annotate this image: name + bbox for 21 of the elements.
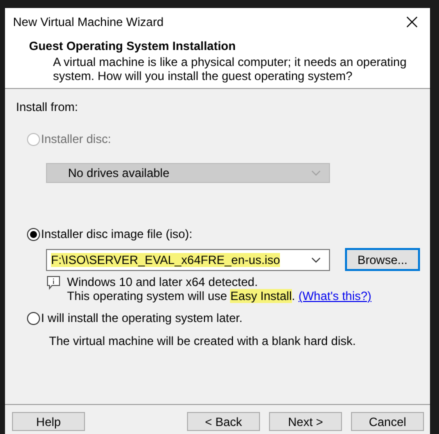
window-title: New Virtual Machine Wizard	[13, 15, 164, 29]
note-text: The virtual machine will be created with a blank hard disk.	[49, 334, 357, 348]
detection-text: Windows 10 and later x64 detected.	[67, 275, 259, 289]
whats-this-link[interactable]: (What's this?)	[298, 289, 372, 303]
radio-button[interactable]	[27, 228, 40, 240]
page-heading: Guest Operating System Installation	[29, 39, 237, 53]
section-label: Install from:	[16, 100, 80, 114]
browse-button[interactable]: Browse...	[345, 248, 420, 271]
page-description: A virtual machine is like a physical computer; it needs an operating system. How will you install the guest operating system?	[53, 55, 408, 83]
dialog-button[interactable]: Cancel	[351, 412, 424, 431]
radio-label[interactable]: Installer disc image file (iso):	[41, 227, 192, 241]
iso-path-field[interactable]: F:\ISO\SERVER_EVAL_x64FRE_en-us.iso	[46, 248, 330, 270]
dialog-button[interactable]: < Back	[187, 412, 260, 431]
radio-button[interactable]	[27, 312, 40, 324]
easy-install-text: This operating system will use Easy Install. (What's this?)	[67, 289, 372, 303]
dialog-button[interactable]: Next >	[269, 412, 342, 431]
close-icon[interactable]	[406, 16, 418, 28]
help-button[interactable]: Help	[12, 412, 85, 431]
info-icon	[47, 276, 60, 290]
caret-icon[interactable]	[311, 256, 321, 262]
radio-label[interactable]: I will install the operating system later.	[41, 311, 242, 325]
